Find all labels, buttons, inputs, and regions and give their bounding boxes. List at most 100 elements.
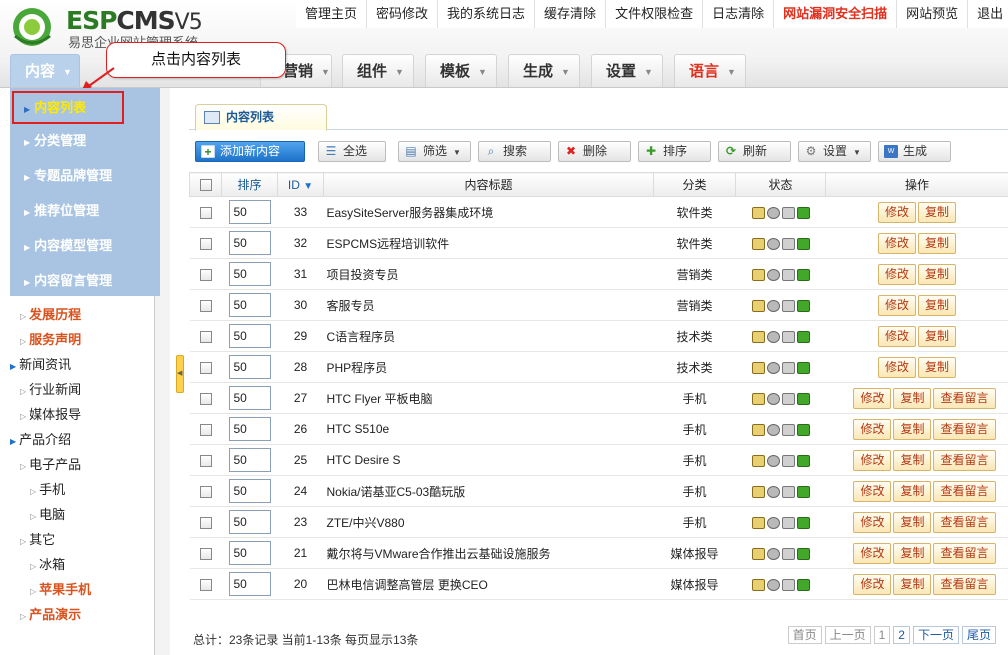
image-icon[interactable] xyxy=(751,237,765,250)
row-title[interactable]: HTC S510e xyxy=(323,413,654,445)
tree-item-industry-news[interactable]: ▷ 行业新闻 xyxy=(20,379,81,398)
lock-icon[interactable] xyxy=(796,547,810,560)
edit-button[interactable]: 修改 xyxy=(853,480,892,502)
cart-icon[interactable] xyxy=(781,330,795,343)
view-messages-button[interactable]: 查看留言 xyxy=(933,511,996,533)
menu-language[interactable]: 语言 ▼ xyxy=(674,54,746,87)
sort-order-input[interactable]: 50 xyxy=(228,572,271,596)
sort-button[interactable]: ✚ 排序 xyxy=(638,141,711,162)
cart-icon[interactable] xyxy=(781,578,795,591)
page-2[interactable]: 2 xyxy=(893,626,910,644)
search-button[interactable]: ⌕ 搜索 xyxy=(478,141,551,162)
view-messages-button[interactable]: 查看留言 xyxy=(933,480,996,502)
link-icon[interactable] xyxy=(766,237,780,250)
menu-content[interactable]: 内容 ▼ xyxy=(10,54,80,87)
copy-button[interactable]: 复制 xyxy=(893,542,932,564)
sort-order-input[interactable]: 50 xyxy=(228,479,271,503)
sort-order-input[interactable]: 50 xyxy=(228,324,271,348)
row-title[interactable]: C语言程序员 xyxy=(323,320,654,352)
menu-components[interactable]: 组件 ▼ xyxy=(342,54,414,87)
edit-button[interactable]: 修改 xyxy=(877,294,916,316)
image-icon[interactable] xyxy=(751,516,765,529)
lock-icon[interactable] xyxy=(796,578,810,591)
row-checkbox[interactable] xyxy=(199,578,212,591)
copy-button[interactable]: 复制 xyxy=(918,325,957,347)
sort-order-input[interactable]: 50 xyxy=(228,417,271,441)
image-icon[interactable] xyxy=(751,299,765,312)
row-title[interactable]: HTC Desire S xyxy=(323,444,654,476)
row-title[interactable]: EasySiteServer服务器集成环境 xyxy=(323,196,654,228)
link-icon[interactable] xyxy=(766,547,780,560)
topnav-security-scan[interactable]: 网站漏洞安全扫描 xyxy=(773,0,896,28)
row-checkbox[interactable] xyxy=(199,361,212,374)
edit-button[interactable]: 修改 xyxy=(877,356,916,378)
tree-item-demo[interactable]: ▷ 产品演示 xyxy=(20,604,81,623)
copy-button[interactable]: 复制 xyxy=(918,232,957,254)
row-checkbox[interactable] xyxy=(199,206,212,219)
add-content-button[interactable]: + 添加新内容 xyxy=(195,141,305,162)
view-messages-button[interactable]: 查看留言 xyxy=(933,418,996,440)
image-icon[interactable] xyxy=(751,454,765,467)
refresh-button[interactable]: ⟳ 刷新 xyxy=(718,141,791,162)
image-icon[interactable] xyxy=(751,330,765,343)
edit-button[interactable]: 修改 xyxy=(877,325,916,347)
dropdown-item-content-list[interactable]: ▶ 内容列表 xyxy=(12,91,124,124)
copy-button[interactable]: 复制 xyxy=(893,573,932,595)
row-checkbox[interactable] xyxy=(199,330,212,343)
row-title[interactable]: 巴林电信调整高管层 更换CEO xyxy=(323,568,654,600)
copy-button[interactable]: 复制 xyxy=(918,294,957,316)
tree-item-electronics[interactable]: ▷ 电子产品 xyxy=(20,454,81,473)
row-title[interactable]: 项目投资专员 xyxy=(323,258,654,290)
view-messages-button[interactable]: 查看留言 xyxy=(933,449,996,471)
copy-button[interactable]: 复制 xyxy=(893,418,932,440)
tree-item-products[interactable]: ▶ 产品介绍 xyxy=(10,429,71,448)
lock-icon[interactable] xyxy=(796,485,810,498)
link-icon[interactable] xyxy=(766,578,780,591)
cart-icon[interactable] xyxy=(781,299,795,312)
edit-button[interactable]: 修改 xyxy=(853,387,892,409)
copy-button[interactable]: 复制 xyxy=(893,511,932,533)
sort-order-input[interactable]: 50 xyxy=(228,231,271,255)
image-icon[interactable] xyxy=(751,392,765,405)
tree-item-phone[interactable]: ▷ 手机 xyxy=(30,479,65,498)
tree-item-media[interactable]: ▷ 媒体报导 xyxy=(20,404,81,423)
copy-button[interactable]: 复制 xyxy=(918,201,957,223)
sort-order-input[interactable]: 50 xyxy=(228,541,271,565)
topnav-clear-log[interactable]: 日志清除 xyxy=(702,0,773,28)
lock-icon[interactable] xyxy=(796,299,810,312)
header-sort[interactable]: 排序 xyxy=(221,172,278,197)
tree-item-fridge[interactable]: ▷ 冰箱 xyxy=(30,554,65,573)
lock-icon[interactable] xyxy=(796,330,810,343)
edit-button[interactable]: 修改 xyxy=(877,263,916,285)
lock-icon[interactable] xyxy=(796,516,810,529)
link-icon[interactable] xyxy=(766,299,780,312)
cart-icon[interactable] xyxy=(781,237,795,250)
edit-button[interactable]: 修改 xyxy=(853,418,892,440)
row-checkbox[interactable] xyxy=(199,454,212,467)
row-title[interactable]: 客服专员 xyxy=(323,289,654,321)
edit-button[interactable]: 修改 xyxy=(853,449,892,471)
filter-button[interactable]: ▤ 筛选 ▼ xyxy=(398,141,471,162)
lock-icon[interactable] xyxy=(796,361,810,374)
sort-order-input[interactable]: 50 xyxy=(228,448,271,472)
image-icon[interactable] xyxy=(751,268,765,281)
cart-icon[interactable] xyxy=(781,268,795,281)
link-icon[interactable] xyxy=(766,330,780,343)
view-messages-button[interactable]: 查看留言 xyxy=(933,542,996,564)
row-title[interactable]: Nokia/诺基亚C5-03酷玩版 xyxy=(323,475,654,507)
page-prev[interactable]: 上一页 xyxy=(824,626,871,644)
topnav-home[interactable]: 管理主页 xyxy=(296,0,366,28)
menu-settings[interactable]: 设置 ▼ xyxy=(591,54,663,87)
row-checkbox[interactable] xyxy=(199,547,212,560)
cart-icon[interactable] xyxy=(781,547,795,560)
lock-icon[interactable] xyxy=(796,423,810,436)
topnav-file-permission[interactable]: 文件权限检查 xyxy=(605,0,702,28)
tree-item-history[interactable]: ▷ 发展历程 xyxy=(20,304,81,323)
lock-icon[interactable] xyxy=(796,268,810,281)
cart-icon[interactable] xyxy=(781,361,795,374)
view-messages-button[interactable]: 查看留言 xyxy=(933,573,996,595)
topnav-password[interactable]: 密码修改 xyxy=(366,0,437,28)
sort-order-input[interactable]: 50 xyxy=(228,293,271,317)
row-checkbox[interactable] xyxy=(199,516,212,529)
cart-icon[interactable] xyxy=(781,454,795,467)
